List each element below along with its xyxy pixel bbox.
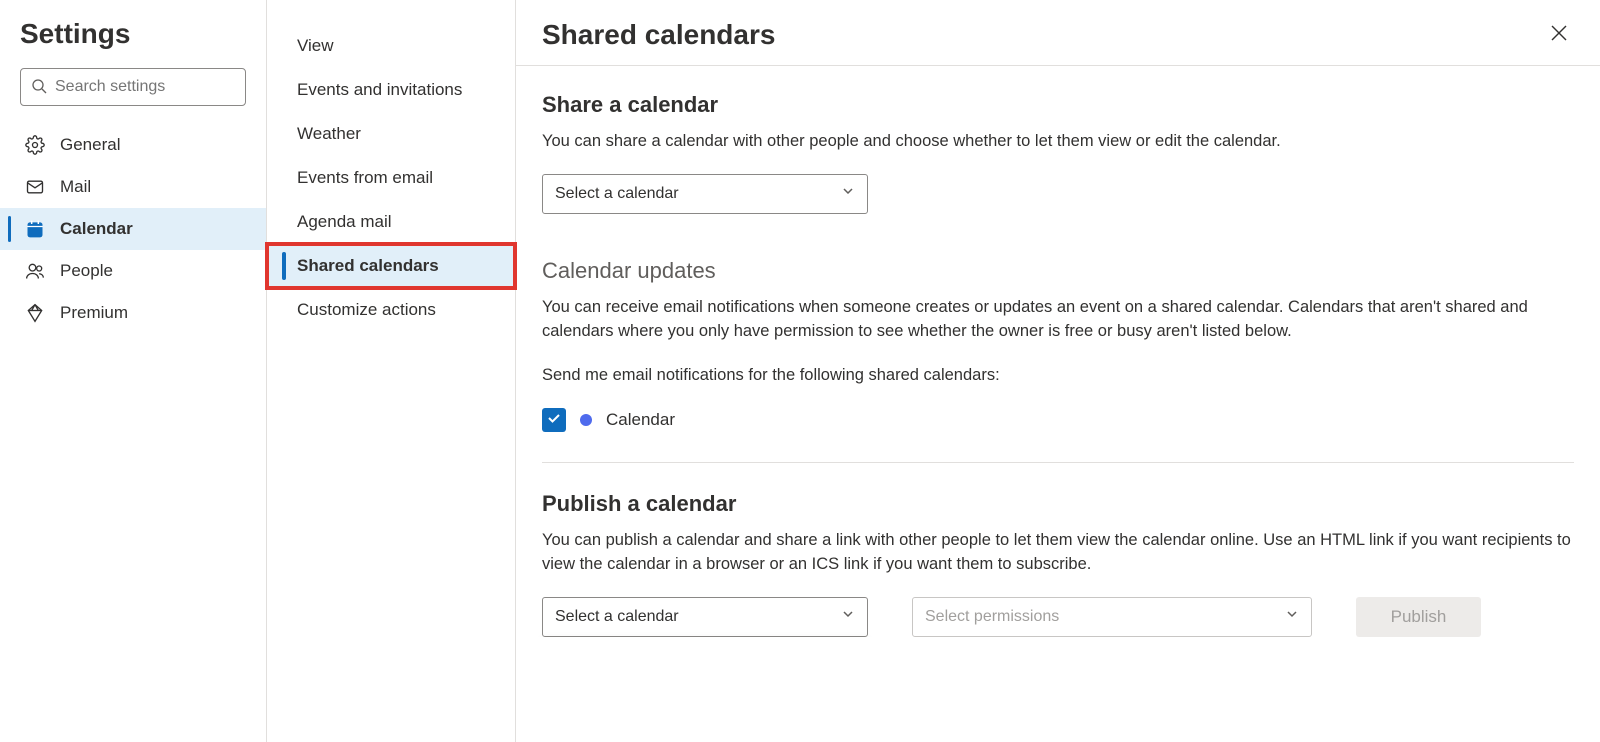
people-icon xyxy=(24,260,46,282)
gear-icon xyxy=(24,134,46,156)
calendar-notifications-checkbox[interactable] xyxy=(542,408,566,432)
calendar-checkbox-label: Calendar xyxy=(606,410,675,430)
share-description: You can share a calendar with other peop… xyxy=(542,130,1574,154)
chevron-down-icon xyxy=(1285,607,1299,626)
mail-icon xyxy=(24,176,46,198)
updates-heading: Calendar updates xyxy=(542,258,1574,284)
dropdown-value: Select a calendar xyxy=(555,608,679,626)
calendar-icon xyxy=(24,218,46,240)
main-panel: Shared calendars Share a calendar You ca… xyxy=(516,0,1600,742)
nav-label: People xyxy=(60,261,113,281)
nav-label: Mail xyxy=(60,177,91,197)
publish-heading: Publish a calendar xyxy=(542,491,1574,517)
updates-description: You can receive email notifications when… xyxy=(542,296,1574,344)
nav-item-people[interactable]: People xyxy=(0,250,266,292)
page-title: Shared calendars xyxy=(542,19,775,51)
updates-subtext: Send me email notifications for the foll… xyxy=(542,364,1574,388)
check-icon xyxy=(546,410,562,429)
close-icon xyxy=(1550,30,1568,45)
nav-label: General xyxy=(60,135,120,155)
nav-item-calendar[interactable]: Calendar xyxy=(0,208,266,250)
sub-item-events-invitations[interactable]: Events and invitations xyxy=(267,68,515,112)
sub-item-events-from-email[interactable]: Events from email xyxy=(267,156,515,200)
sub-item-shared-calendars[interactable]: Shared calendars xyxy=(267,244,515,288)
nav-item-premium[interactable]: Premium xyxy=(0,292,266,334)
sub-item-customize-actions[interactable]: Customize actions xyxy=(267,288,515,332)
sub-item-weather[interactable]: Weather xyxy=(267,112,515,156)
publish-button[interactable]: Publish xyxy=(1356,597,1481,637)
settings-sidebar: Settings General Mail xyxy=(0,0,267,742)
publish-calendar-select[interactable]: Select a calendar xyxy=(542,597,868,637)
nav-label: Premium xyxy=(60,303,128,323)
publish-permissions-select[interactable]: Select permissions xyxy=(912,597,1312,637)
nav-item-general[interactable]: General xyxy=(0,124,266,166)
section-divider xyxy=(542,462,1574,463)
share-heading: Share a calendar xyxy=(542,92,1574,118)
dropdown-value: Select a calendar xyxy=(555,185,679,203)
nav-label: Calendar xyxy=(60,219,133,239)
sub-item-agenda-mail[interactable]: Agenda mail xyxy=(267,200,515,244)
publish-description: You can publish a calendar and share a l… xyxy=(542,529,1574,577)
settings-subnav: View Events and invitations Weather Even… xyxy=(267,0,516,742)
share-calendar-select[interactable]: Select a calendar xyxy=(542,174,868,214)
nav-item-mail[interactable]: Mail xyxy=(0,166,266,208)
premium-icon xyxy=(24,302,46,324)
search-input[interactable] xyxy=(55,78,262,96)
dropdown-value: Select permissions xyxy=(925,608,1059,626)
close-button[interactable] xyxy=(1544,18,1574,51)
calendar-color-dot xyxy=(580,414,592,426)
chevron-down-icon xyxy=(841,607,855,626)
search-icon xyxy=(31,78,47,97)
sub-item-view[interactable]: View xyxy=(267,24,515,68)
settings-title: Settings xyxy=(0,18,266,68)
chevron-down-icon xyxy=(841,184,855,203)
search-box[interactable] xyxy=(20,68,246,106)
